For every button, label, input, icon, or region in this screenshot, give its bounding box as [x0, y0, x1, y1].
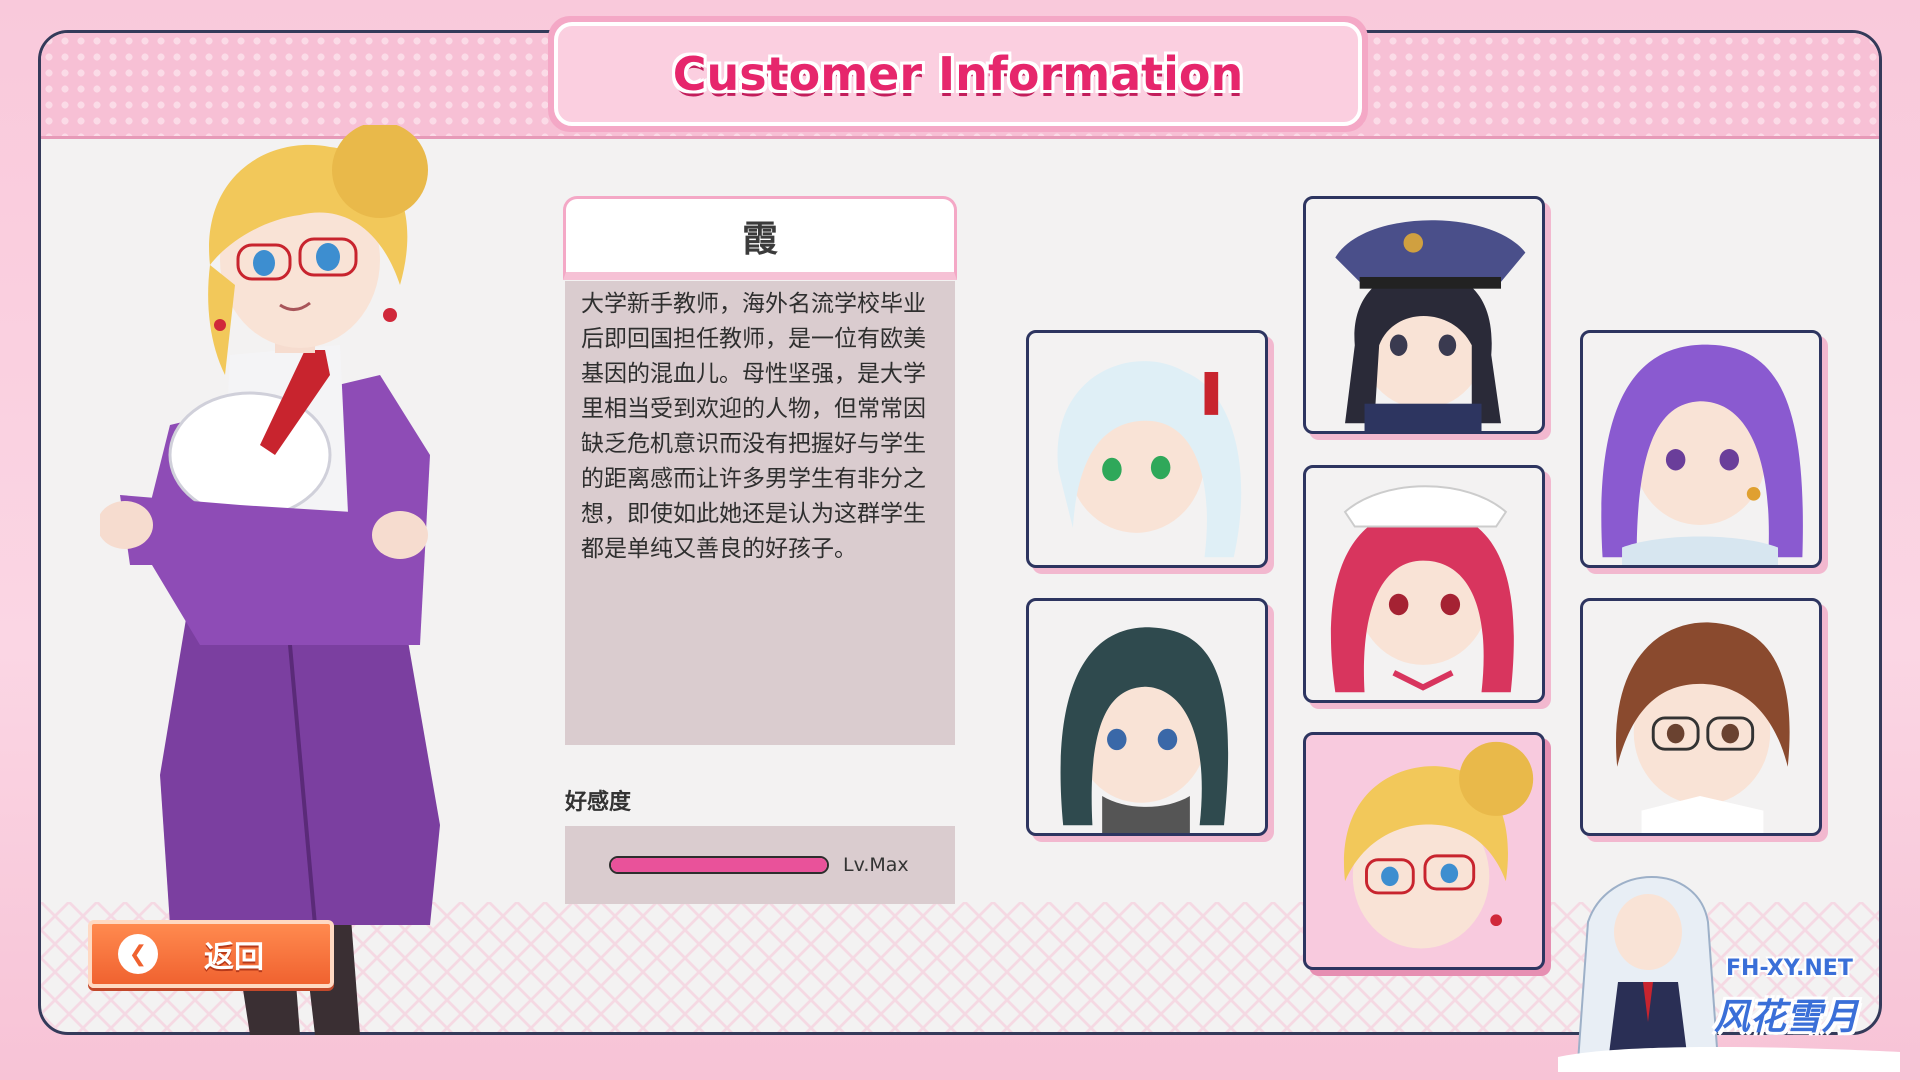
portrait-blonde-teacher-art — [1343, 741, 1534, 949]
portrait-white-hair[interactable] — [1026, 330, 1268, 568]
customer-name-header: 霞 — [563, 196, 957, 280]
affection-label: 好感度 — [565, 790, 632, 815]
portrait-maid-art — [1330, 485, 1514, 693]
customer-full-portrait — [97, 122, 500, 1035]
customer-illustration — [97, 122, 440, 1035]
title-banner-inner: Customer Information — [554, 22, 1362, 126]
portrait-purple-hair-art — [1601, 344, 1803, 565]
portrait-white-hair-art — [1057, 361, 1242, 558]
portrait-purple-hair[interactable] — [1580, 330, 1822, 568]
title-banner: Customer Information — [548, 16, 1368, 132]
arrow-left-icon: ❮ — [118, 934, 158, 974]
portrait-police[interactable] — [1303, 196, 1545, 434]
customer-description-panel: 大学新手教师，海外名流学校毕业后即回国担任教师，是一位有欧美基因的混血儿。母性坚… — [565, 281, 955, 745]
watermark-url: FH-XY.NET — [1726, 956, 1853, 981]
portrait-police-art — [1335, 220, 1526, 431]
back-button[interactable]: ❮ 返回 — [88, 920, 334, 988]
portrait-maid[interactable] — [1303, 465, 1545, 703]
page-title: Customer Information — [672, 47, 1244, 101]
watermark-text: 风花雪月 — [1714, 997, 1859, 1038]
portrait-blonde-teacher[interactable] — [1303, 732, 1545, 970]
affection-bar — [609, 856, 829, 874]
affection-panel: Lv.Max — [565, 826, 955, 904]
affection-bar-fill — [611, 858, 827, 872]
customer-name: 霞 — [741, 218, 778, 260]
affection-level: Lv.Max — [843, 854, 909, 876]
back-button-label: 返回 — [204, 940, 264, 975]
portrait-brown-glasses-art — [1616, 622, 1790, 833]
portrait-teal-hair[interactable] — [1026, 598, 1268, 836]
portrait-brown-glasses[interactable] — [1580, 598, 1822, 836]
customer-description: 大学新手教师，海外名流学校毕业后即回国担任教师，是一位有欧美基因的混血儿。母性坚… — [581, 291, 926, 562]
portrait-teal-hair-art — [1060, 627, 1229, 833]
